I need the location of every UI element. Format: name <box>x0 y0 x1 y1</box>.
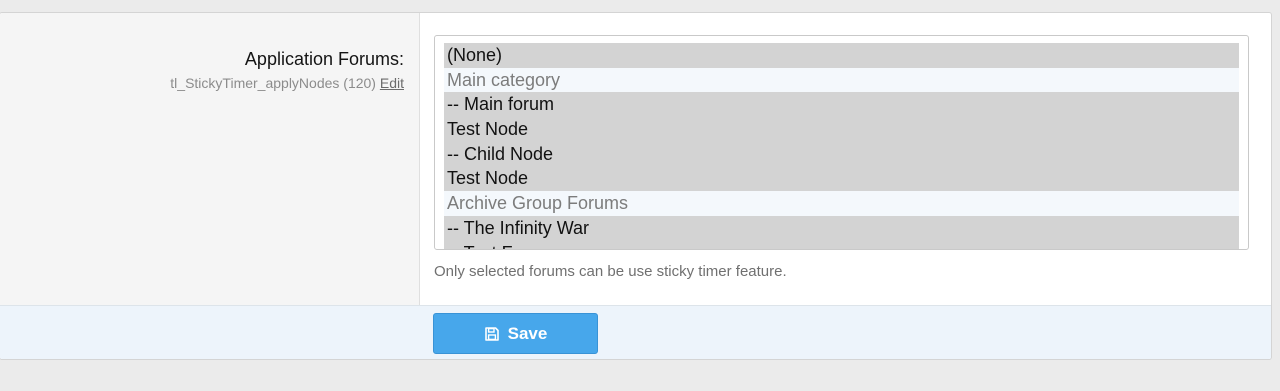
forum-option[interactable]: -- Main forum <box>444 92 1239 118</box>
field-label: Application Forums: <box>244 49 404 69</box>
forums-multiselect[interactable]: (None) Main category -- Main forum Test Nod… <box>434 35 1249 250</box>
forum-option[interactable]: (None) <box>444 43 1239 68</box>
field-explain: Only selected forums can be use sticky t… <box>434 263 787 280</box>
field-hint-text: tl_StickyTimer_applyNodes (120) <box>170 75 376 91</box>
forum-option[interactable]: -- Child Node <box>444 141 1239 167</box>
form-row: Application Forums: tl_StickyTimer_apply… <box>0 13 1271 305</box>
save-icon <box>484 326 500 342</box>
option-group: Main category <box>444 67 1239 93</box>
label-column: Application Forums: tl_StickyTimer_apply… <box>0 13 420 305</box>
option-group: Archive Group Forums <box>444 191 1239 216</box>
forum-option[interactable]: Test Node <box>444 166 1239 192</box>
forum-option[interactable]: -- Test Forum <box>444 240 1239 249</box>
form-panel: Application Forums: tl_StickyTimer_apply… <box>0 12 1272 360</box>
forum-option[interactable]: Test Node <box>444 117 1239 142</box>
edit-link[interactable]: Edit <box>380 75 404 91</box>
forum-option[interactable]: -- The Infinity War <box>444 215 1239 241</box>
save-button[interactable]: Save <box>433 313 598 354</box>
save-label: Save <box>507 323 548 343</box>
field-hint: tl_StickyTimer_applyNodes (120) Edit <box>170 75 404 91</box>
form-footer: Save <box>0 305 1271 359</box>
value-column: (None) Main category -- Main forum Test Nod… <box>420 13 1271 305</box>
